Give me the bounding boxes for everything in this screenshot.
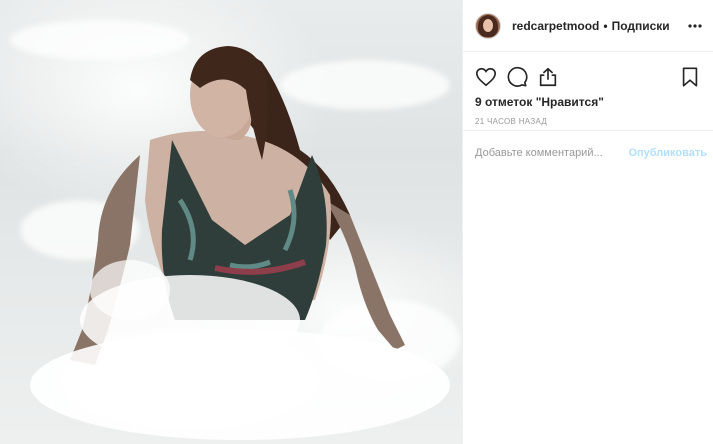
comment-input[interactable] [475,146,629,159]
comment-form: Опубликовать [463,130,713,174]
heart-icon[interactable] [475,66,497,88]
post-timestamp[interactable]: 21 часов назад [463,109,713,126]
post-side-panel: redcarpetmood • Подписки 9 отметок "Нрав… [462,0,713,444]
comment-icon[interactable] [506,66,528,88]
swimmer-figure [30,46,450,440]
likes-count[interactable]: 9 отметок "Нравится" [463,88,713,109]
avatar-face [483,18,493,32]
post-photo[interactable] [0,0,462,444]
share-icon[interactable] [537,66,559,88]
avatar-image[interactable] [475,12,501,39]
post-header: redcarpetmood • Подписки [463,0,713,52]
username-link[interactable]: redcarpetmood [512,19,599,33]
header-separator: • [603,18,608,33]
following-button[interactable]: Подписки [612,19,670,33]
bookmark-icon[interactable] [679,66,701,88]
more-options-icon[interactable] [687,18,703,34]
publish-button[interactable]: Опубликовать [628,147,707,159]
action-bar [463,52,713,88]
